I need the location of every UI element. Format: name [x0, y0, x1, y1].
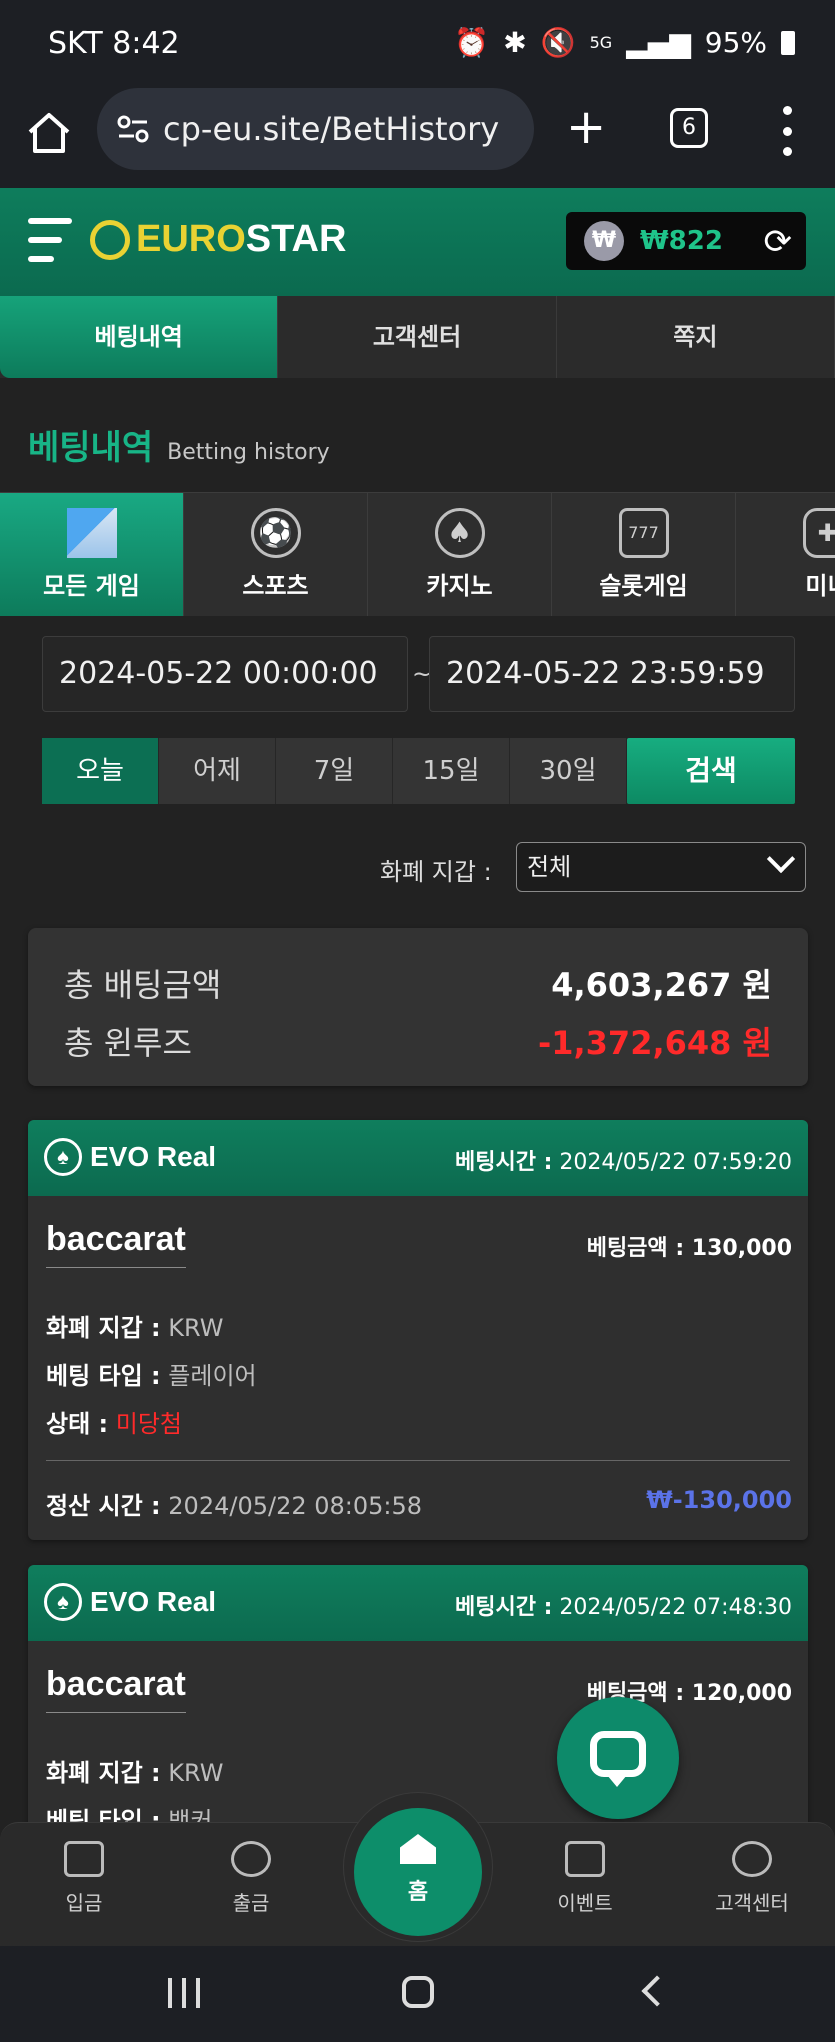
bet-time: 베팅시간 : 2024/05/22 07:59:20	[454, 1150, 792, 1175]
search-button[interactable]: 검색	[627, 738, 795, 804]
bet-card-header: ♠ EVO Real 베팅시간 : 2024/05/22 07:59:20	[28, 1120, 808, 1196]
settle-time-row: 정산 시간 : 2024/05/22 08:05:58	[46, 1492, 423, 1520]
chevron-down-icon	[766, 844, 796, 874]
start-date-field[interactable]: 2024-05-22 00:00:00	[42, 636, 408, 712]
divider	[46, 1460, 790, 1461]
bet-time: 베팅시간 : 2024/05/22 07:48:30	[454, 1595, 792, 1620]
payout-value: ₩-130,000	[646, 1486, 792, 1514]
deposit-icon	[64, 1841, 104, 1877]
nav-support[interactable]: 고객센터	[692, 1841, 812, 1916]
page-title: 베팅내역 Betting history	[28, 428, 330, 468]
battery-icon	[781, 30, 795, 55]
total-bet-value: 4,603,267 원	[551, 966, 772, 1004]
browser-home-icon[interactable]	[24, 108, 74, 158]
bet-type-row: 베팅 타입 : 플레이어	[46, 1362, 257, 1390]
bet-amount: 베팅금액 : 130,000	[586, 1236, 792, 1261]
tab-count-button[interactable]: 6	[670, 108, 708, 148]
game-name: baccarat	[46, 1220, 186, 1268]
wallet-filter-label: 화폐 지갑 :	[380, 858, 492, 886]
casino-chip-icon: ♠	[434, 508, 485, 558]
range-today-button[interactable]: 오늘	[42, 738, 159, 804]
nav-withdraw[interactable]: 출금	[191, 1841, 311, 1916]
top-tabs: 베팅내역 고객센터 쪽지	[0, 296, 835, 378]
mute-icon: 🔇	[540, 26, 576, 59]
category-slots[interactable]: 777 슬롯게임	[552, 493, 736, 616]
logo-mark-icon	[90, 219, 130, 260]
withdraw-icon	[231, 1841, 271, 1877]
url-bar[interactable]: cp-eu.site/BetHistory	[97, 88, 534, 170]
category-all-games[interactable]: 모든 게임	[0, 493, 184, 616]
won-coin-icon: ₩	[584, 221, 624, 261]
spade-icon: ♠	[44, 1583, 82, 1621]
nav-deposit[interactable]: 입금	[24, 1841, 144, 1916]
tab-betting-history[interactable]: 베팅내역	[0, 296, 279, 378]
status-icons: ⏰ ✱ 🔇 5G ▂▄▆ 95%	[454, 26, 795, 59]
status-row: 상태 : 미당첨	[46, 1410, 183, 1438]
system-navigation-bar	[0, 1946, 835, 2042]
status-badge: 미당첨	[115, 1410, 183, 1438]
status-bar: SKT 8:42 ⏰ ✱ 🔇 5G ▂▄▆ 95%	[0, 0, 835, 88]
range-15days-button[interactable]: 15일	[393, 738, 510, 804]
support-24-icon	[732, 1841, 772, 1877]
carrier-time: SKT 8:42	[48, 26, 180, 61]
tab-customer-center[interactable]: 고객센터	[278, 296, 557, 378]
wallet-amount: ₩822	[640, 226, 723, 256]
wallet-balance: ₩ ₩822 ⟳	[566, 212, 806, 270]
more-menu-icon[interactable]	[775, 106, 799, 156]
site-header: EURO STAR ₩ ₩822 ⟳	[0, 188, 835, 296]
browser-toolbar: cp-eu.site/BetHistory + 6	[0, 88, 835, 188]
currency-row: 화폐 지갑 : KRW	[46, 1314, 224, 1342]
total-bet-label: 총 배팅금액	[64, 966, 222, 1004]
system-home-icon[interactable]	[402, 1976, 434, 2008]
bet-summary: 총 배팅금액 4,603,267 원 총 윈루즈 -1,372,648 원	[28, 928, 808, 1086]
recents-icon[interactable]	[168, 1978, 200, 2008]
provider-name: ♠ EVO Real	[44, 1138, 216, 1176]
back-icon[interactable]	[641, 1975, 673, 2007]
slot-machine-icon: 777	[618, 508, 669, 558]
category-mini[interactable]: ✚ 미니	[736, 493, 835, 616]
nav-event[interactable]: 이벤트	[525, 1841, 645, 1916]
provider-name: ♠ EVO Real	[44, 1583, 216, 1621]
bet-card[interactable]: ♠ EVO Real 베팅시간 : 2024/05/22 07:59:20 ba…	[28, 1120, 808, 1540]
total-winloss-label: 총 윈루즈	[64, 1024, 192, 1062]
url-text: cp-eu.site/BetHistory	[163, 110, 500, 148]
grid-icon	[66, 508, 117, 558]
menu-icon[interactable]	[28, 218, 72, 262]
chat-icon	[590, 1731, 646, 1777]
game-name: baccarat	[46, 1665, 186, 1713]
category-sports[interactable]: ⚽ 스포츠	[184, 493, 368, 616]
refresh-icon[interactable]: ⟳	[764, 222, 793, 262]
spade-icon: ♠	[44, 1138, 82, 1176]
network-label: 5G	[589, 33, 613, 52]
range-yesterday-button[interactable]: 어제	[159, 738, 276, 804]
nav-home-button[interactable]: 홈	[354, 1808, 482, 1936]
range-30days-button[interactable]: 30일	[510, 738, 627, 804]
gamepad-icon: ✚	[802, 508, 835, 558]
logo[interactable]: EURO STAR	[90, 218, 346, 261]
site-settings-icon[interactable]	[117, 115, 149, 143]
currency-row: 화폐 지갑 : KRW	[46, 1759, 224, 1787]
game-category-bar: 모든 게임 ⚽ 스포츠 ♠ 카지노 777 슬롯게임 ✚ 미니	[0, 492, 835, 616]
total-winloss-value: -1,372,648 원	[537, 1024, 772, 1062]
date-range-buttons: 오늘 어제 7일 15일 30일	[42, 738, 627, 804]
range-7days-button[interactable]: 7일	[276, 738, 393, 804]
battery-percent: 95%	[704, 26, 767, 59]
end-date-field[interactable]: 2024-05-22 23:59:59	[429, 636, 795, 712]
wallet-filter-select[interactable]: 전체	[516, 842, 806, 892]
soccer-ball-icon: ⚽	[250, 508, 301, 558]
bluetooth-icon: ✱	[503, 26, 527, 59]
tab-messages[interactable]: 쪽지	[557, 296, 835, 378]
new-tab-icon[interactable]: +	[566, 102, 606, 152]
category-casino[interactable]: ♠ 카지노	[368, 493, 552, 616]
bet-card-header: ♠ EVO Real 베팅시간 : 2024/05/22 07:48:30	[28, 1565, 808, 1641]
home-icon	[400, 1834, 436, 1864]
megaphone-icon	[565, 1841, 605, 1877]
signal-icon: ▂▄▆	[626, 26, 691, 59]
live-chat-button[interactable]	[557, 1697, 679, 1819]
alarm-icon: ⏰	[454, 26, 490, 59]
